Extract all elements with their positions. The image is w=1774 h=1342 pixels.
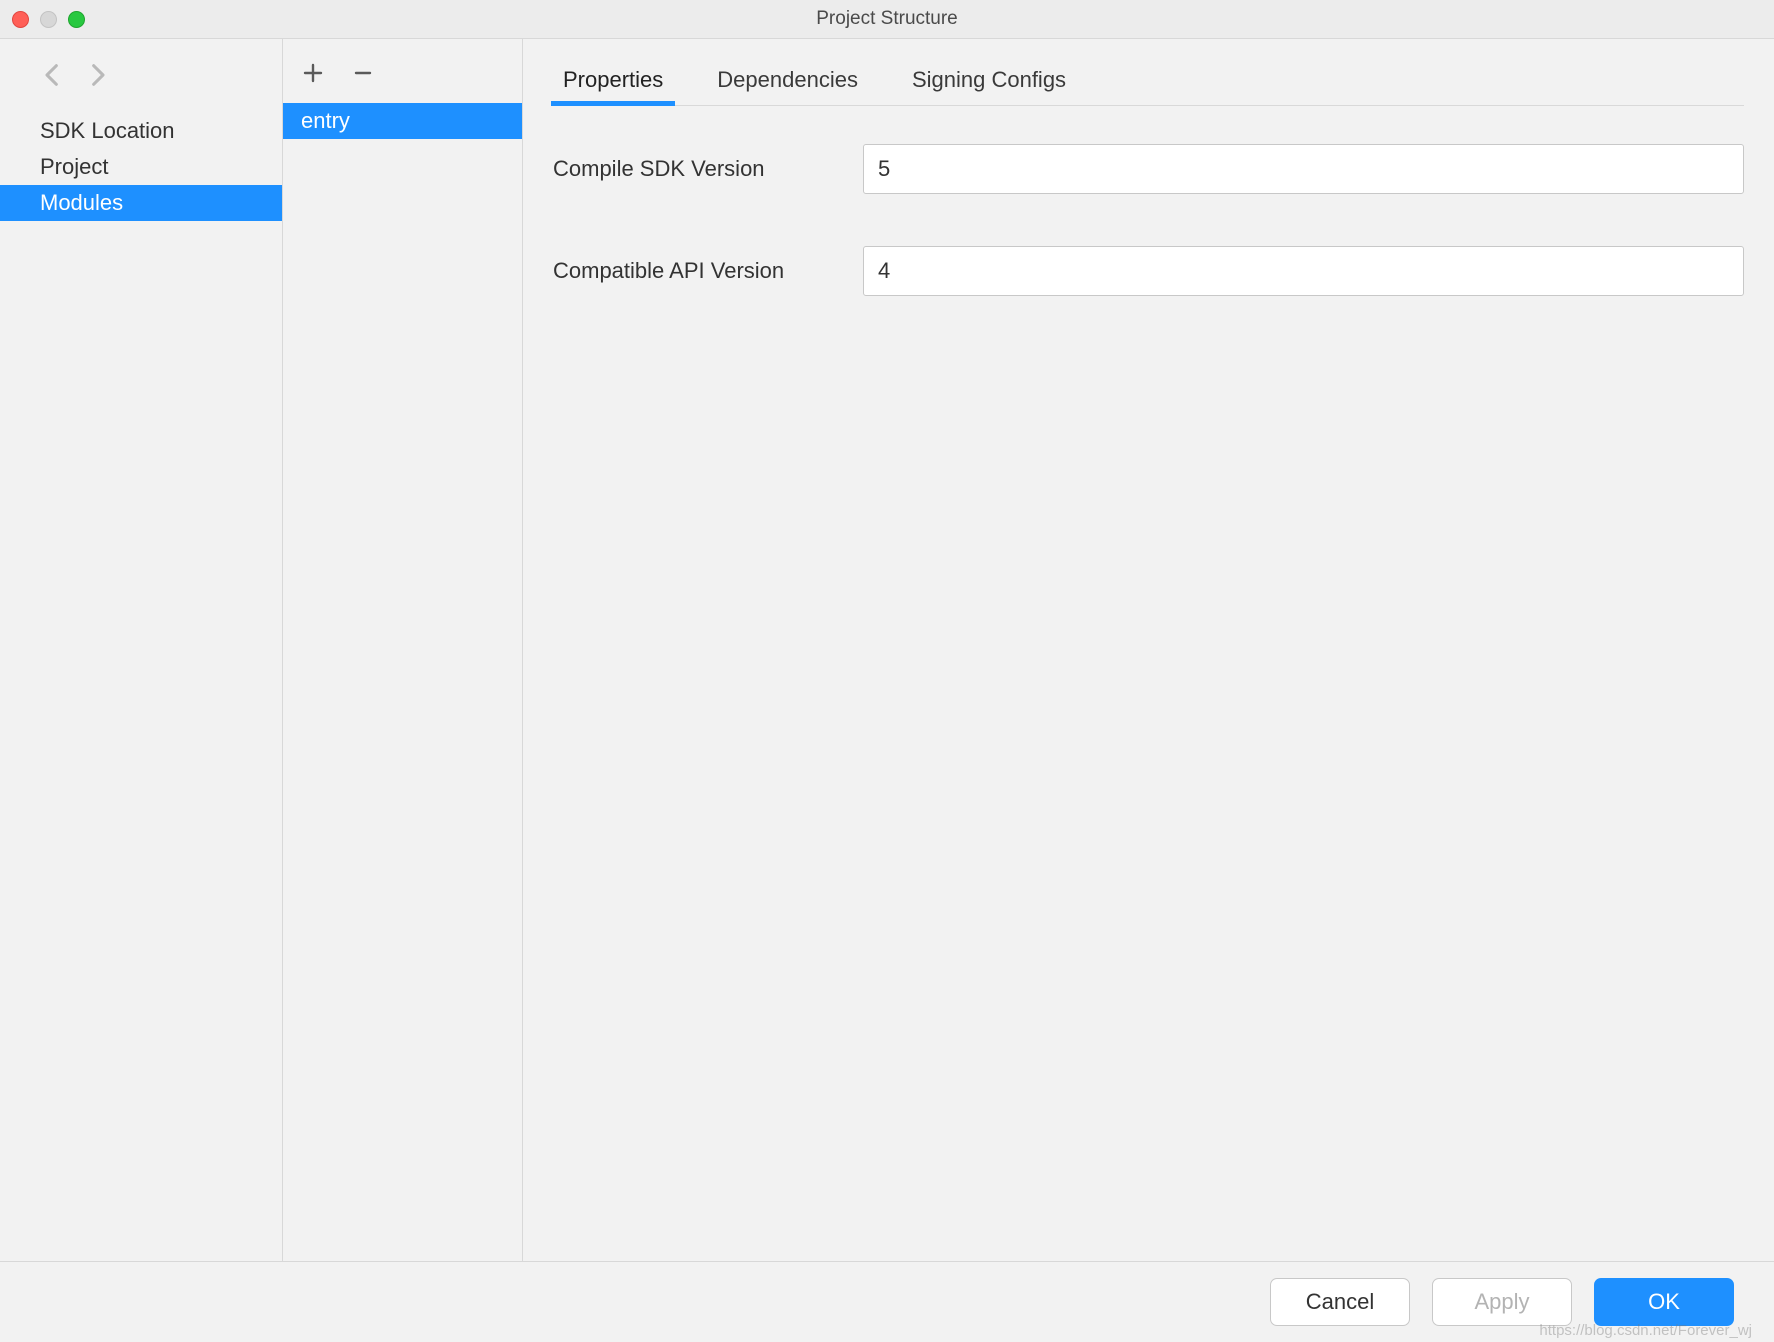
tab-label: Properties — [563, 67, 663, 92]
sidebar-item-project[interactable]: Project — [0, 149, 282, 185]
sidebar: SDK Location Project Modules — [0, 39, 283, 1261]
sidebar-item-label: Modules — [40, 190, 123, 215]
minimize-window-icon — [40, 11, 57, 28]
window-controls — [12, 0, 85, 38]
properties-form: Compile SDK Version Compatible API Versi… — [553, 106, 1744, 348]
zoom-window-icon[interactable] — [68, 11, 85, 28]
nav-arrows — [0, 53, 282, 113]
apply-button: Apply — [1432, 1278, 1572, 1326]
add-module-icon[interactable] — [301, 61, 325, 85]
window-title: Project Structure — [816, 8, 958, 29]
tab-properties[interactable]: Properties — [559, 67, 667, 105]
remove-module-icon[interactable] — [351, 61, 375, 85]
main-area: SDK Location Project Modules entry Prope… — [0, 39, 1774, 1261]
cancel-button[interactable]: Cancel — [1270, 1278, 1410, 1326]
compatible-api-label: Compatible API Version — [553, 258, 863, 284]
close-window-icon[interactable] — [12, 11, 29, 28]
compile-sdk-input[interactable] — [863, 144, 1744, 194]
back-icon[interactable] — [40, 61, 68, 95]
sidebar-item-label: Project — [40, 154, 108, 179]
title-bar: Project Structure — [0, 0, 1774, 39]
compatible-api-row: Compatible API Version — [553, 246, 1744, 296]
sidebar-item-sdk-location[interactable]: SDK Location — [0, 113, 282, 149]
tab-signing-configs[interactable]: Signing Configs — [908, 67, 1070, 105]
tab-dependencies[interactable]: Dependencies — [713, 67, 862, 105]
module-item-entry[interactable]: entry — [283, 103, 522, 139]
compile-sdk-label: Compile SDK Version — [553, 156, 863, 182]
tab-label: Signing Configs — [912, 67, 1066, 92]
compatible-api-input[interactable] — [863, 246, 1744, 296]
sidebar-item-modules[interactable]: Modules — [0, 185, 282, 221]
dialog-footer: Cancel Apply OK https://blog.csdn.net/Fo… — [0, 1261, 1774, 1342]
forward-icon[interactable] — [82, 61, 110, 95]
module-list: entry — [283, 39, 523, 1261]
compile-sdk-row: Compile SDK Version — [553, 144, 1744, 194]
tab-label: Dependencies — [717, 67, 858, 92]
detail-panel: Properties Dependencies Signing Configs … — [523, 39, 1774, 1261]
module-tools — [283, 53, 522, 103]
ok-button[interactable]: OK — [1594, 1278, 1734, 1326]
tabs: Properties Dependencies Signing Configs — [553, 53, 1744, 106]
module-item-label: entry — [301, 108, 350, 133]
sidebar-item-label: SDK Location — [40, 118, 175, 143]
